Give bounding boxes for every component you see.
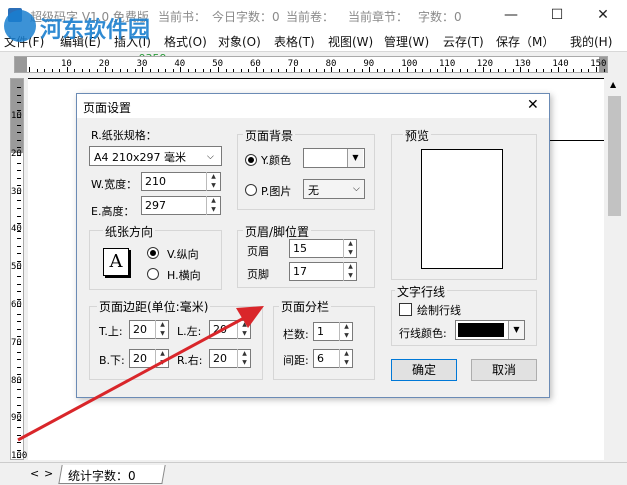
arrow-shaft bbox=[17, 316, 245, 442]
arrow-head-icon bbox=[236, 306, 264, 328]
annotation-arrow bbox=[17, 306, 264, 442]
app-window: 超级码字 V1.0 免费版 当前书： 今日字数：0 当前卷： 当前章节： 字数：… bbox=[0, 0, 627, 485]
